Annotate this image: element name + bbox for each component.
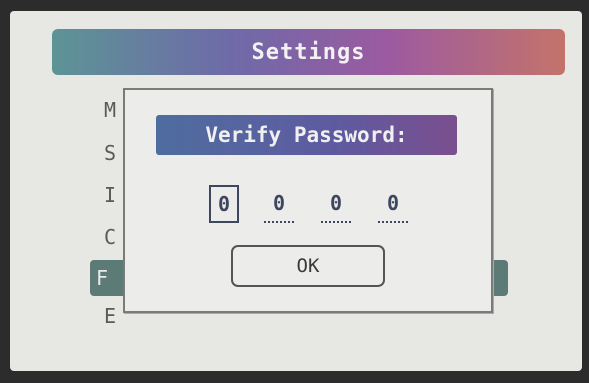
password-digit-3[interactable]: 0	[321, 185, 351, 223]
menu-item-2[interactable]: S	[104, 141, 116, 165]
menu-item-1[interactable]: M	[104, 98, 116, 122]
title-bar: Settings	[52, 29, 565, 75]
menu-item-5-label: F	[96, 266, 109, 290]
dialog-header: Verify Password:	[156, 115, 457, 155]
page-title: Settings	[251, 39, 366, 65]
ok-button[interactable]: OK	[231, 245, 385, 287]
device-screen: Settings M S I C F E Verify Password: 0 …	[10, 11, 582, 371]
menu-item-4[interactable]: C	[104, 225, 116, 249]
password-digit-1[interactable]: 0	[209, 185, 239, 223]
menu-item-3[interactable]: I	[104, 183, 116, 207]
password-digit-2[interactable]: 0	[264, 185, 294, 223]
menu-item-6[interactable]: E	[104, 304, 116, 328]
dialog-title: Verify Password:	[205, 123, 408, 147]
verify-password-dialog: Verify Password: 0 0 0 0 OK	[123, 88, 493, 313]
password-digit-4[interactable]: 0	[378, 185, 408, 223]
